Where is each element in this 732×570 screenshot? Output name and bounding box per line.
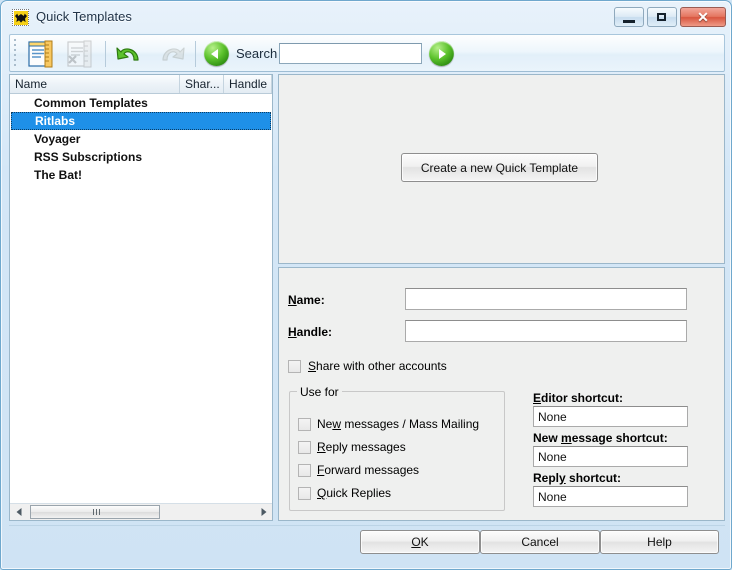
window-title: Quick Templates (36, 9, 132, 24)
use-for-title: Use for (297, 385, 342, 399)
reply-shortcut-label: Reply shortcut: (533, 471, 622, 485)
checkbox-new-messages[interactable] (298, 418, 311, 431)
tree-column-headers: Name Shar... Handle (10, 75, 272, 94)
ok-button[interactable]: OK (360, 530, 480, 554)
minimize-button[interactable] (614, 7, 644, 27)
new-template-icon (28, 40, 53, 68)
table-row[interactable]: RSS Subscriptions (10, 148, 272, 166)
undo-button[interactable] (114, 38, 148, 70)
new-message-shortcut-input[interactable] (533, 446, 688, 467)
checkbox-reply-messages-label[interactable]: Reply messages (317, 440, 406, 454)
scroll-right-arrow-icon[interactable] (255, 504, 272, 520)
create-new-quick-template-button[interactable]: Create a new Quick Template (401, 153, 598, 182)
undo-icon (116, 47, 139, 61)
toolbar-grip[interactable] (13, 39, 18, 69)
toolbar: Search (9, 34, 725, 72)
column-header-handle[interactable]: Handle (224, 75, 272, 93)
table-row[interactable]: Ritlabs (11, 112, 271, 130)
delete-template-icon (67, 40, 92, 68)
handle-label: Handle: (288, 325, 333, 339)
editor-shortcut-input[interactable] (533, 406, 688, 427)
scrollbar-thumb[interactable] (30, 505, 160, 519)
reply-shortcut-input[interactable] (533, 486, 688, 507)
footer-separator (9, 525, 725, 526)
close-icon: ✕ (697, 9, 709, 25)
column-header-name[interactable]: Name (10, 75, 180, 93)
redo-icon (162, 47, 185, 61)
templates-tree-panel: Name Shar... Handle Common Templates Rit… (9, 74, 273, 521)
table-row[interactable]: The Bat! (10, 166, 272, 184)
new-template-button[interactable] (24, 38, 58, 70)
quick-templates-window: Quick Templates ✕ Search Name Shar... Ha… (0, 0, 732, 570)
maximize-icon (657, 13, 666, 21)
name-label: Name: (288, 293, 325, 307)
search-next-button[interactable] (429, 41, 454, 66)
table-row[interactable]: Common Templates (10, 94, 272, 112)
search-prev-button[interactable] (204, 41, 229, 66)
toolbar-separator-2 (195, 41, 196, 67)
search-input[interactable] (279, 43, 422, 64)
toolbar-separator (105, 41, 106, 67)
checkbox-share-accounts[interactable] (288, 360, 301, 373)
minimize-icon (623, 20, 635, 23)
scroll-left-arrow-icon[interactable] (10, 504, 27, 520)
title-bar: Quick Templates ✕ (1, 1, 731, 34)
checkbox-forward-messages[interactable] (298, 464, 311, 477)
search-label: Search (236, 46, 278, 61)
cancel-button[interactable]: Cancel (480, 530, 600, 554)
new-message-shortcut-label: New message shortcut: (533, 431, 668, 445)
delete-template-button[interactable] (63, 38, 97, 70)
checkbox-forward-messages-label[interactable]: Forward messages (317, 463, 419, 477)
column-header-shared[interactable]: Shar... (180, 75, 224, 93)
caption-button-group: ✕ (614, 7, 726, 27)
checkbox-reply-messages[interactable] (298, 441, 311, 454)
checkbox-quick-replies-label[interactable]: Quick Replies (317, 486, 391, 500)
checkbox-new-messages-label[interactable]: New messages / Mass Mailing (317, 417, 479, 431)
close-button[interactable]: ✕ (680, 7, 726, 27)
checkbox-quick-replies[interactable] (298, 487, 311, 500)
checkbox-share-accounts-label[interactable]: Share with other accounts (308, 359, 447, 373)
maximize-button[interactable] (647, 7, 677, 27)
table-row[interactable]: Voyager (10, 130, 272, 148)
tree-rows: Common Templates Ritlabs Voyager RSS Sub… (10, 94, 272, 502)
horizontal-scrollbar[interactable] (10, 503, 272, 520)
bat-icon (12, 9, 29, 26)
redo-button[interactable] (153, 38, 187, 70)
handle-input[interactable] (405, 320, 687, 342)
editor-shortcut-label: Editor shortcut: (533, 391, 624, 405)
name-input[interactable] (405, 288, 687, 310)
help-button[interactable]: Help (600, 530, 719, 554)
template-preview-panel: Create a new Quick Template (278, 74, 725, 264)
